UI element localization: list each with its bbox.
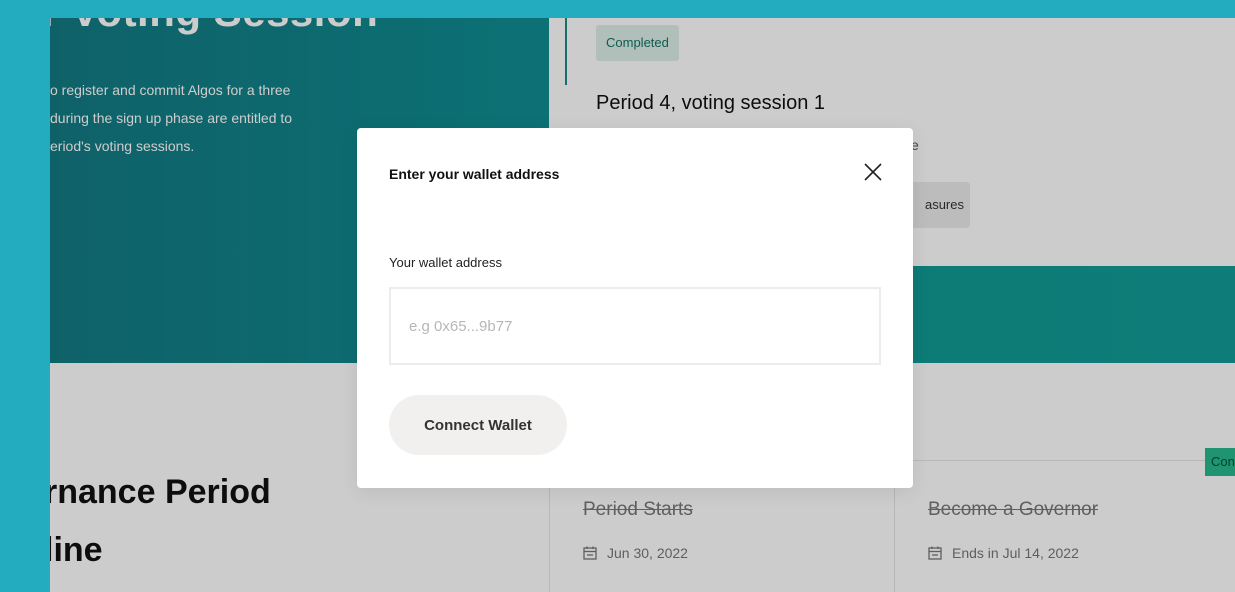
connect-wallet-button[interactable]: Connect Wallet	[389, 395, 567, 455]
close-button[interactable]	[857, 158, 889, 190]
wallet-modal: Enter your wallet address Your wallet ad…	[357, 128, 913, 488]
wallet-address-label: Your wallet address	[389, 255, 502, 270]
wallet-address-input[interactable]	[389, 287, 881, 365]
modal-title: Enter your wallet address	[389, 166, 560, 182]
close-icon	[863, 162, 883, 187]
